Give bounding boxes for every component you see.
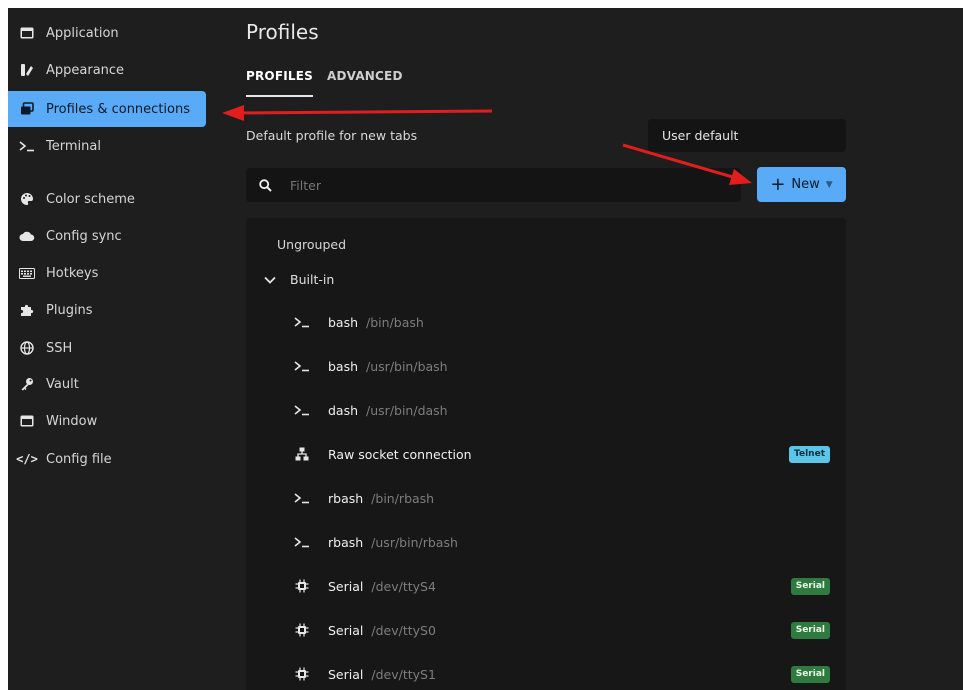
profile-name: dash bbox=[328, 402, 359, 418]
chip-icon bbox=[292, 579, 312, 593]
profile-path: /bin/bash bbox=[366, 314, 424, 330]
palette-icon bbox=[18, 190, 36, 208]
profile-name: Raw socket connection bbox=[328, 446, 472, 462]
plus-icon: + bbox=[770, 173, 786, 195]
profile-row[interactable]: rbash /usr/bin/rbash bbox=[246, 524, 846, 560]
sidebar-item-config-file[interactable]: </> Config file bbox=[8, 441, 206, 477]
chevron-down-icon bbox=[264, 272, 276, 287]
profile-row[interactable]: Serial /dev/ttyS4 Serial bbox=[246, 568, 846, 604]
profile-row[interactable]: bash /bin/bash bbox=[246, 304, 846, 340]
telnet-badge: Telnet bbox=[789, 445, 830, 463]
page-title: Profiles bbox=[246, 20, 319, 44]
sidebar-item-label: Profiles & connections bbox=[46, 101, 190, 117]
group-ungrouped[interactable]: Ungrouped bbox=[277, 237, 346, 252]
profile-row[interactable]: bash /usr/bin/bash bbox=[246, 348, 846, 384]
profile-path: /usr/bin/rbash bbox=[371, 534, 458, 550]
tab-profiles[interactable]: PROFILES bbox=[246, 69, 313, 97]
sidebar-item-label: Config file bbox=[46, 451, 112, 467]
tab-advanced[interactable]: ADVANCED bbox=[327, 69, 403, 97]
terminal-icon bbox=[292, 536, 312, 548]
globe-icon bbox=[18, 339, 36, 357]
sidebar-item-label: Color scheme bbox=[46, 191, 135, 207]
profile-path: /dev/ttyS0 bbox=[371, 622, 436, 638]
network-icon bbox=[292, 447, 312, 461]
search-icon bbox=[246, 178, 284, 192]
profile-name: rbash bbox=[328, 534, 364, 550]
terminal-icon bbox=[292, 404, 312, 416]
settings-tabs: PROFILES ADVANCED bbox=[246, 69, 403, 97]
group-builtin-header[interactable]: Built-in bbox=[264, 272, 334, 287]
key-icon bbox=[18, 375, 36, 393]
sidebar-item-label: Plugins bbox=[46, 302, 93, 318]
terminal-icon bbox=[292, 360, 312, 372]
filter-input[interactable] bbox=[284, 177, 724, 193]
profiles-list: Ungrouped Built-in bash /bin/bash bash /… bbox=[246, 218, 846, 690]
profile-path: /dev/ttyS4 bbox=[371, 578, 436, 594]
sidebar-item-label: Vault bbox=[46, 376, 79, 392]
sidebar-item-window[interactable]: Window bbox=[8, 403, 206, 439]
profile-row[interactable]: rbash /bin/rbash bbox=[246, 480, 846, 516]
sidebar-item-label: SSH bbox=[46, 340, 73, 356]
profile-row[interactable]: Raw socket connection Telnet bbox=[246, 436, 846, 472]
palette-swatch-icon bbox=[18, 61, 36, 79]
default-profile-select[interactable]: User default bbox=[648, 119, 846, 152]
chip-icon bbox=[292, 623, 312, 637]
sidebar-item-label: Window bbox=[46, 413, 98, 429]
profile-name: Serial bbox=[328, 666, 364, 682]
new-profile-button[interactable]: + New ▼ bbox=[757, 167, 846, 202]
sidebar-item-hotkeys[interactable]: Hotkeys bbox=[8, 255, 206, 291]
settings-window: Application Appearance Profiles & connec… bbox=[8, 8, 963, 690]
sidebar-item-terminal[interactable]: Terminal bbox=[8, 128, 206, 164]
profile-path: /bin/rbash bbox=[371, 490, 435, 506]
sidebar-item-ssh[interactable]: SSH bbox=[8, 330, 206, 366]
profile-row[interactable]: Serial /dev/ttyS0 Serial bbox=[246, 612, 846, 648]
profile-name: Serial bbox=[328, 578, 364, 594]
profile-path: /usr/bin/dash bbox=[366, 402, 448, 418]
terminal-icon bbox=[18, 137, 36, 155]
sidebar-item-label: Application bbox=[46, 25, 119, 41]
chip-icon bbox=[292, 667, 312, 681]
serial-badge: Serial bbox=[790, 665, 830, 683]
filter-field[interactable] bbox=[246, 168, 741, 202]
new-button-label: New bbox=[791, 177, 820, 192]
sidebar-item-config-sync[interactable]: Config sync bbox=[8, 218, 206, 254]
sidebar-item-color-scheme[interactable]: Color scheme bbox=[8, 181, 206, 217]
window-icon bbox=[18, 412, 36, 430]
keyboard-icon bbox=[18, 264, 36, 282]
profile-name: bash bbox=[328, 314, 359, 330]
serial-badge: Serial bbox=[790, 577, 830, 595]
code-icon: </> bbox=[16, 452, 38, 466]
default-profile-label: Default profile for new tabs bbox=[246, 128, 418, 143]
profile-path: /dev/ttyS1 bbox=[371, 666, 436, 682]
sidebar-item-label: Terminal bbox=[46, 138, 101, 154]
sidebar-item-application[interactable]: Application bbox=[8, 15, 206, 51]
profile-name: bash bbox=[328, 358, 359, 374]
terminal-icon bbox=[292, 316, 312, 328]
window-restore-icon bbox=[18, 100, 36, 118]
profile-row[interactable]: Serial /dev/ttyS1 Serial bbox=[246, 656, 846, 690]
sidebar-item-label: Config sync bbox=[46, 228, 122, 244]
cloud-icon bbox=[18, 227, 36, 245]
sidebar-item-profiles-connections[interactable]: Profiles & connections bbox=[8, 91, 206, 127]
sidebar-item-label: Appearance bbox=[46, 62, 125, 78]
profiles-panel: Profiles PROFILES ADVANCED Default profi… bbox=[246, 8, 856, 690]
window-icon bbox=[18, 24, 36, 42]
sidebar-item-label: Hotkeys bbox=[46, 265, 99, 281]
sidebar-item-appearance[interactable]: Appearance bbox=[8, 52, 206, 88]
sidebar-item-plugins[interactable]: Plugins bbox=[8, 292, 206, 328]
caret-down-icon: ▼ bbox=[825, 179, 833, 190]
profile-path: /usr/bin/bash bbox=[366, 358, 448, 374]
group-builtin-label: Built-in bbox=[290, 272, 335, 287]
profile-name: Serial bbox=[328, 622, 364, 638]
terminal-icon bbox=[292, 492, 312, 504]
serial-badge: Serial bbox=[790, 621, 830, 639]
puzzle-icon bbox=[18, 301, 36, 319]
profile-name: rbash bbox=[328, 490, 364, 506]
sidebar-item-vault[interactable]: Vault bbox=[8, 366, 206, 402]
settings-sidebar: Application Appearance Profiles & connec… bbox=[8, 8, 214, 690]
profile-row[interactable]: dash /usr/bin/dash bbox=[246, 392, 846, 428]
